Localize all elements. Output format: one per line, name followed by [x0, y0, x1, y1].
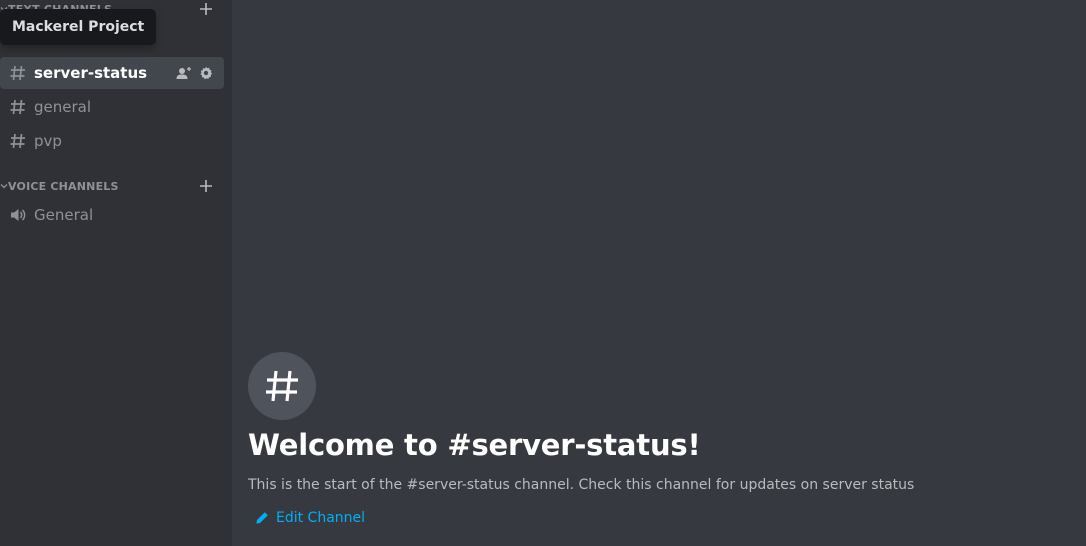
gear-icon[interactable]: [198, 65, 214, 81]
hash-icon: [248, 352, 316, 420]
invite-icon[interactable]: [176, 65, 192, 81]
plus-icon[interactable]: [198, 178, 214, 194]
welcome-description: This is the start of the #server-status …: [248, 477, 915, 493]
pencil-icon: [254, 510, 270, 526]
edit-channel-label: Edit Channel: [276, 510, 366, 526]
channel-actions: [176, 65, 214, 81]
hash-icon: [8, 131, 28, 151]
hash-icon: [8, 63, 28, 83]
channel-name: pvp: [34, 132, 62, 150]
plus-icon[interactable]: [198, 1, 214, 17]
channel-sidebar: TEXT CHANNELS server-status: [0, 0, 232, 546]
server-name-tooltip: Mackerel Project: [0, 9, 157, 45]
tooltip-text: Mackerel Project: [12, 19, 145, 35]
category-label: VOICE CHANNELS: [8, 179, 119, 193]
hash-icon: [8, 97, 28, 117]
edit-channel-button[interactable]: Edit Channel: [254, 510, 365, 526]
channel-pvp[interactable]: pvp: [0, 125, 224, 157]
chat-area: Welcome to #server-status! This is the s…: [232, 0, 1086, 546]
category-voice-channels[interactable]: VOICE CHANNELS: [0, 177, 224, 195]
chevron-down-icon: [0, 180, 8, 192]
voice-channel-general[interactable]: General: [0, 199, 224, 231]
discord-app: TEXT CHANNELS server-status: [0, 0, 1086, 546]
channel-name: server-status: [34, 64, 148, 82]
channel-name: General: [34, 206, 94, 224]
welcome-title: Welcome to #server-status!: [248, 428, 701, 462]
speaker-icon: [8, 205, 28, 225]
channel-name: general: [34, 98, 92, 116]
channel-general[interactable]: general: [0, 91, 224, 123]
channel-server-status[interactable]: server-status: [0, 57, 224, 89]
